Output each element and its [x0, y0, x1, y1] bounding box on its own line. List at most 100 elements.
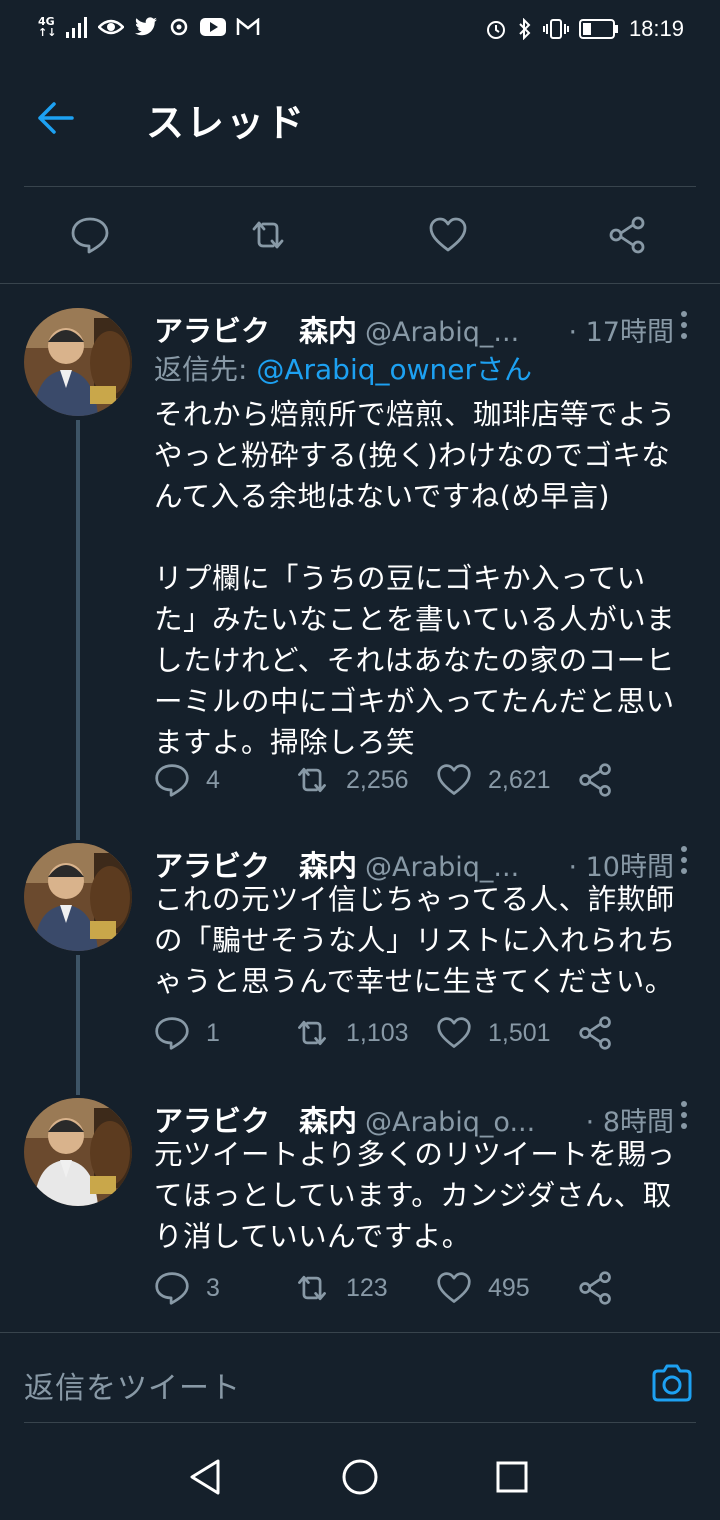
- like-count: 1,501: [488, 1018, 551, 1047]
- tweet-text-line: り消していいんですよ。: [154, 1220, 471, 1253]
- alarm-icon: [486, 21, 505, 39]
- like-heart-icon: [437, 764, 471, 795]
- like-heart-icon: [437, 1272, 471, 1303]
- avatar-photo: [24, 843, 132, 951]
- tweet-text-line: た」みたいなことを書いている人がいま: [154, 603, 676, 636]
- signal-icon: [66, 17, 88, 38]
- tweet-text-line: てほっとしています。カンジダさん、取: [154, 1179, 672, 1212]
- tweet[interactable]: アラビク 森内 @Arabiq_... · 17時間 返信先: @Arabiq_…: [0, 308, 720, 808]
- like-button[interactable]: 2,621: [436, 762, 551, 798]
- reply-input[interactable]: 返信をツイート: [24, 1363, 241, 1407]
- retweet-icon: [298, 1020, 326, 1046]
- tweet-text-line: ーミルの中にゴキが入ってたんだと思い: [154, 685, 675, 718]
- tweet-text-line: これの元ツイ信じちゃってる人、詐欺師: [154, 883, 675, 916]
- clock: 18:19: [628, 16, 684, 41]
- tweet-actions: 4 2,256 2,621: [154, 762, 624, 802]
- avatar-photo: [24, 1098, 132, 1206]
- avatar-photo: [24, 308, 132, 416]
- user-handle[interactable]: @Arabiq_...: [365, 317, 519, 348]
- tweet-text: これの元ツイ信じちゃってる人、詐欺師 の「騙せそうな人」リストに入れられち ゃう…: [154, 879, 702, 1002]
- retweet-button[interactable]: 123: [294, 1270, 388, 1306]
- tweet-text-line: ますよ。掃除しろ笑: [154, 726, 416, 759]
- avatar[interactable]: [24, 308, 132, 416]
- tweet-text-line: ゃうと思うんで幸せに生きてください。: [154, 965, 674, 998]
- retweet-button[interactable]: 1,103: [294, 1015, 409, 1051]
- reply-icon: [155, 1272, 189, 1305]
- action-bar-divider: [0, 283, 720, 284]
- avatar[interactable]: [24, 1098, 132, 1206]
- network-indicator: 4G ↑↓: [38, 16, 56, 38]
- twitter-icon: [135, 17, 158, 36]
- share-icon: [579, 763, 611, 797]
- tweet-text-line: それから焙煎所で焙煎、珈琲店等でよう: [154, 398, 677, 431]
- like-count: 2,621: [488, 765, 551, 794]
- like-button[interactable]: 495: [436, 1270, 530, 1306]
- reply-button[interactable]: 3: [154, 1270, 220, 1306]
- like-heart-icon[interactable]: [428, 215, 468, 255]
- header: スレッド: [0, 60, 720, 186]
- like-button[interactable]: 1,501: [436, 1015, 551, 1051]
- nav-recents-icon[interactable]: [490, 1455, 534, 1499]
- tweet-text-line: したけれど、それはあなたの家のコーヒ: [154, 644, 675, 677]
- status-left: 4G ↑↓: [38, 16, 260, 38]
- tweet-timestamp: · 17時間: [568, 317, 674, 348]
- share-button[interactable]: [578, 1270, 614, 1306]
- reply-count: 4: [206, 765, 220, 794]
- tweet-text-line: やっと粉砕する(挽く)わけなのでゴキな: [154, 439, 671, 472]
- tweet-text-line: リプ欄に「うちの豆にゴキか入ってい: [154, 562, 646, 595]
- share-button[interactable]: [578, 1015, 614, 1051]
- nav-home-icon[interactable]: [338, 1455, 382, 1499]
- more-options-icon[interactable]: [680, 845, 688, 875]
- compose-bottom-divider: [24, 1422, 696, 1423]
- like-count: 495: [488, 1273, 530, 1302]
- battery-icon: [578, 19, 618, 39]
- vibrate-icon: [542, 19, 569, 39]
- share-button[interactable]: [578, 762, 614, 798]
- reply-count: 3: [206, 1273, 220, 1302]
- retweet-count: 1,103: [346, 1018, 409, 1047]
- tweet[interactable]: アラビク 森内 @Arabiq_... · 10時間 これの元ツイ信じちゃってる…: [0, 843, 720, 1063]
- tweet-actions: 3 123 495: [154, 1270, 624, 1310]
- tweet[interactable]: アラビク 森内 @Arabiq_o... · 8時間 元ツイートより多くのリツイ…: [0, 1098, 720, 1318]
- youtube-icon: [200, 18, 227, 36]
- status-bar: 4G ↑↓ 18:19: [0, 0, 720, 60]
- reply-compose-bar: 返信をツイート: [0, 1333, 720, 1433]
- reply-icon: [155, 1017, 189, 1050]
- tweet-text-line: [154, 517, 702, 558]
- gmail-icon: [237, 18, 260, 35]
- reply-icon: [155, 764, 189, 797]
- page-title: スレッド: [146, 101, 307, 145]
- tweet-text-line: 元ツイートより多くのリツイートを賜っ: [154, 1138, 676, 1171]
- back-arrow-icon[interactable]: [36, 98, 76, 138]
- tweet-text: それから焙煎所で焙煎、珈琲店等でよう やっと粉砕する(挽く)わけなのでゴキな ん…: [154, 394, 702, 763]
- nav-back-icon[interactable]: [184, 1455, 228, 1499]
- retweet-button[interactable]: 2,256: [294, 762, 409, 798]
- like-heart-icon: [437, 1017, 471, 1048]
- retweet-icon: [298, 767, 326, 793]
- network-activity-label: ↑↓: [38, 26, 57, 39]
- avatar[interactable]: [24, 843, 132, 951]
- retweet-count: 2,256: [346, 765, 409, 794]
- system-navigation-bar: [0, 1433, 720, 1520]
- more-options-icon[interactable]: [680, 1100, 688, 1130]
- reply-button[interactable]: 1: [154, 1015, 220, 1051]
- reply-to-prefix: 返信先:: [154, 353, 257, 386]
- reply-icon[interactable]: [70, 215, 110, 255]
- status-right: 18:19: [485, 16, 684, 42]
- eye-icon: [98, 19, 125, 35]
- reply-button[interactable]: 4: [154, 762, 220, 798]
- bluetooth-icon: [519, 18, 531, 40]
- display-name[interactable]: アラビク 森内: [154, 308, 357, 350]
- reply-to-mention-link[interactable]: @Arabiq_ownerさん: [256, 353, 532, 386]
- main-tweet-action-bar: [0, 187, 720, 283]
- share-icon[interactable]: [608, 215, 648, 255]
- retweet-icon[interactable]: [248, 215, 288, 255]
- tweet-actions: 1 1,103 1,501: [154, 1015, 624, 1055]
- camera-icon[interactable]: [650, 1361, 694, 1405]
- tweet-text: 元ツイートより多くのリツイートを賜っ てほっとしています。カンジダさん、取 り消…: [154, 1134, 702, 1257]
- share-icon: [579, 1271, 611, 1305]
- reply-to-line: 返信先: @Arabiq_ownerさん: [154, 348, 532, 388]
- more-options-icon[interactable]: [680, 310, 688, 340]
- app-notification-icon: [171, 18, 188, 36]
- tweet-text-line: の「騙せそうな人」リストに入れられち: [154, 924, 677, 957]
